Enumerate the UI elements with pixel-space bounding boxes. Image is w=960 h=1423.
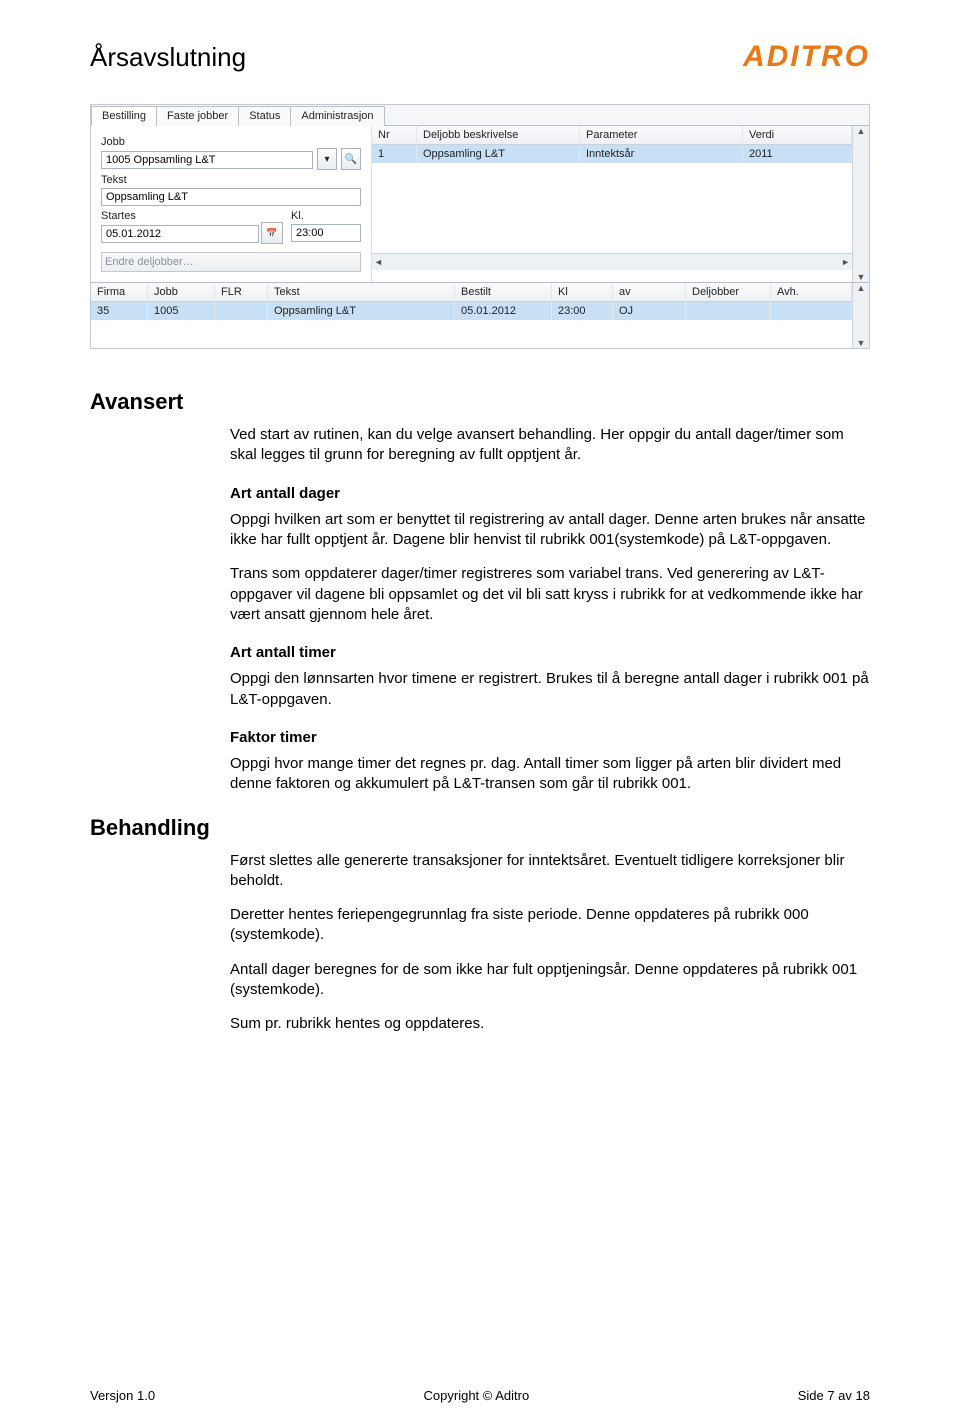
col-firma[interactable]: Firma — [91, 283, 148, 301]
subheading-art-dager: Art antall dager — [230, 484, 870, 504]
tab-bestilling[interactable]: Bestilling — [91, 106, 157, 126]
col-parameter[interactable]: Parameter — [580, 126, 743, 144]
col-avh[interactable]: Avh. — [771, 283, 852, 301]
jobb-field[interactable] — [101, 151, 313, 169]
cell-beskrivelse: Oppsamling L&T — [417, 145, 580, 163]
kl-label: Kl. — [291, 210, 361, 222]
cell-parameter: Inntektsår — [580, 145, 743, 163]
tab-status[interactable]: Status — [238, 106, 291, 126]
subheading-art-timer: Art antall timer — [230, 643, 870, 663]
col-nr[interactable]: Nr — [372, 126, 417, 144]
tabs-bar: Bestilling Faste jobber Status Administr… — [91, 105, 869, 126]
scroll-up-icon[interactable]: ▲ — [857, 126, 866, 136]
col-flr[interactable]: FLR — [215, 283, 268, 301]
cell-kl: 23:00 — [552, 302, 613, 320]
startes-calendar-button[interactable]: 📅 — [261, 222, 283, 244]
heading-avansert: Avansert — [90, 389, 870, 415]
job-queue-grid: Firma Jobb FLR Tekst Bestilt Kl av Deljo… — [91, 283, 869, 348]
avansert-p4: Oppgi den lønnsarten hvor timene er regi… — [230, 669, 870, 710]
cell-verdi: 2011 — [743, 145, 852, 163]
behandling-body: Først slettes alle genererte transaksjon… — [230, 851, 870, 1035]
cell-avh — [771, 302, 852, 320]
cell-nr: 1 — [372, 145, 417, 163]
scroll-down-icon[interactable]: ▼ — [857, 272, 866, 282]
behandling-p4: Sum pr. rubrikk hentes og oppdateres. — [230, 1014, 870, 1034]
deljobb-grid-pane: Nr Deljobb beskrivelse Parameter Verdi 1… — [372, 126, 869, 282]
cell-firma: 35 — [91, 302, 148, 320]
col-kl[interactable]: Kl — [552, 283, 613, 301]
avansert-p5: Oppgi hvor mange timer det regnes pr. da… — [230, 754, 870, 795]
footer-version: Versjon 1.0 — [90, 1388, 155, 1403]
footer-copyright: Copyright © Aditro — [424, 1388, 530, 1403]
search-icon: 🔍 — [345, 154, 357, 165]
startes-field[interactable] — [101, 225, 259, 243]
col-av[interactable]: av — [613, 283, 686, 301]
calendar-icon: 📅 — [266, 228, 277, 239]
queue-vertical-scrollbar[interactable]: ▲ ▼ — [852, 283, 869, 348]
tekst-label: Tekst — [101, 174, 361, 186]
scroll-up-icon[interactable]: ▲ — [857, 283, 866, 293]
vertical-scrollbar[interactable]: ▲ ▼ — [852, 126, 869, 282]
col-deljobber[interactable]: Deljobber — [686, 283, 771, 301]
avansert-p2: Oppgi hvilken art som er benyttet til re… — [230, 510, 870, 551]
page-footer: Versjon 1.0 Copyright © Aditro Side 7 av… — [90, 1388, 870, 1403]
scroll-left-icon[interactable]: ◄ — [374, 257, 383, 267]
col-bestilt[interactable]: Bestilt — [455, 283, 552, 301]
queue-row[interactable]: 35 1005 Oppsamling L&T 05.01.2012 23:00 … — [91, 302, 852, 320]
tab-faste-jobber[interactable]: Faste jobber — [156, 106, 239, 126]
document-title: Årsavslutning — [90, 42, 246, 73]
jobb-dropdown-button[interactable]: ▾ — [317, 148, 337, 170]
cell-av: OJ — [613, 302, 686, 320]
footer-page-number: Side 7 av 18 — [798, 1388, 870, 1403]
col-jobb[interactable]: Jobb — [148, 283, 215, 301]
scroll-right-icon[interactable]: ► — [841, 257, 850, 267]
queue-grid-header: Firma Jobb FLR Tekst Bestilt Kl av Deljo… — [91, 283, 852, 302]
behandling-p1: Først slettes alle genererte transaksjon… — [230, 851, 870, 892]
col-beskrivelse[interactable]: Deljobb beskrivelse — [417, 126, 580, 144]
behandling-p2: Deretter hentes feriepengegrunnlag fra s… — [230, 905, 870, 946]
cell-tekst: Oppsamling L&T — [268, 302, 455, 320]
jobb-label: Jobb — [101, 136, 361, 148]
avansert-body: Ved start av rutinen, kan du velge avans… — [230, 425, 870, 795]
endre-deljobber-button[interactable]: Endre deljobber… — [101, 252, 361, 272]
behandling-p3: Antall dager beregnes for de som ikke ha… — [230, 960, 870, 1001]
col-verdi[interactable]: Verdi — [743, 126, 852, 144]
avansert-p3: Trans som oppdaterer dager/timer registr… — [230, 564, 870, 625]
horizontal-scrollbar[interactable]: ◄ ► — [372, 253, 852, 270]
cell-flr — [215, 302, 268, 320]
col-tekst[interactable]: Tekst — [268, 283, 455, 301]
deljobb-grid-header: Nr Deljobb beskrivelse Parameter Verdi — [372, 126, 852, 145]
heading-behandling: Behandling — [90, 815, 870, 841]
startes-label: Startes — [101, 210, 283, 222]
tab-administrasjon[interactable]: Administrasjon — [290, 106, 384, 126]
order-form-pane: Jobb ▾ 🔍 Tekst Startes 📅 — [91, 126, 372, 282]
avansert-p1: Ved start av rutinen, kan du velge avans… — [230, 425, 870, 466]
subheading-faktor-timer: Faktor timer — [230, 728, 870, 748]
aditro-logo: ADITRO — [743, 40, 870, 74]
kl-field[interactable] — [291, 224, 361, 242]
tekst-field[interactable] — [101, 188, 361, 206]
chevron-down-icon: ▾ — [324, 154, 329, 165]
cell-jobb: 1005 — [148, 302, 215, 320]
cell-bestilt: 05.01.2012 — [455, 302, 552, 320]
job-order-window: Bestilling Faste jobber Status Administr… — [90, 104, 870, 349]
cell-deljobber — [686, 302, 771, 320]
scroll-down-icon[interactable]: ▼ — [857, 338, 866, 348]
deljobb-row[interactable]: 1 Oppsamling L&T Inntektsår 2011 — [372, 145, 852, 163]
jobb-search-button[interactable]: 🔍 — [341, 148, 361, 170]
